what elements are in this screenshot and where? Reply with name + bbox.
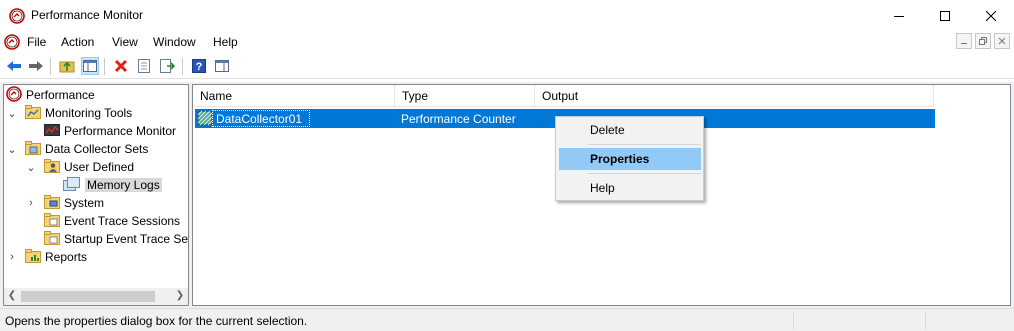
scroll-right-icon[interactable]: ❯ [173, 290, 187, 303]
mdi-system-menu-icon[interactable] [4, 34, 20, 53]
context-menu-separator [588, 173, 701, 174]
tree-horizontal-scrollbar[interactable]: ❮ ❯ [4, 288, 188, 305]
up-folder-icon[interactable] [58, 57, 76, 75]
mdi-close-button[interactable] [994, 33, 1010, 49]
expand-chevron-icon[interactable]: ⌄ [6, 140, 18, 158]
reports-folder-icon [25, 248, 41, 266]
tree-item-performance-monitor[interactable]: Performance Monitor [44, 122, 176, 140]
tree-item-data-collector-sets[interactable]: Data Collector Sets [25, 140, 148, 158]
data-collector-folder-icon [25, 140, 41, 158]
scrollbar-thumb[interactable] [21, 291, 155, 302]
title-bar: Performance Monitor [0, 0, 1014, 31]
show-hide-action-pane-icon[interactable] [213, 57, 231, 75]
delete-icon[interactable] [112, 57, 130, 75]
expand-chevron-icon[interactable]: ⌄ [25, 158, 37, 176]
window-title: Performance Monitor [31, 8, 144, 22]
tree-item-label: Performance [26, 88, 95, 102]
toolbar: ? [0, 54, 1014, 79]
svg-text:?: ? [196, 61, 203, 73]
status-pane-divider [793, 312, 794, 329]
performance-monitor-app-icon[interactable] [9, 8, 25, 27]
menu-bar: File Action View Window Help [0, 31, 1014, 53]
context-menu-help[interactable]: Help [559, 177, 701, 199]
tree-item-event-trace-sessions[interactable]: Event Trace Sessions [44, 212, 180, 230]
maximize-button[interactable] [922, 0, 968, 31]
tree-item-startup-event-trace-sessions[interactable]: Startup Event Trace Ses [44, 230, 189, 248]
column-header-name[interactable]: Name [193, 85, 395, 107]
performance-chart-icon [44, 123, 60, 140]
tree-item-label: Startup Event Trace Ses [64, 232, 189, 246]
status-pane-divider [925, 312, 926, 329]
tree-item-user-defined[interactable]: User Defined [44, 158, 134, 176]
tree-item-monitoring-tools[interactable]: Monitoring Tools [25, 104, 132, 122]
collapse-chevron-icon[interactable]: › [25, 194, 37, 212]
tree-item-memory-logs[interactable]: Memory Logs [63, 176, 162, 194]
expand-chevron-icon[interactable]: ⌄ [6, 104, 18, 122]
toolbar-separator [182, 58, 183, 75]
column-header-type[interactable]: Type [395, 85, 535, 107]
mdi-restore-button[interactable] [975, 33, 991, 49]
context-menu-delete[interactable]: Delete [559, 119, 701, 141]
tree-item-performance[interactable]: Performance [6, 85, 95, 105]
context-menu-properties[interactable]: Properties [559, 148, 701, 170]
mdi-minimize-button[interactable] [956, 33, 972, 49]
forward-arrow-icon[interactable] [27, 57, 45, 75]
tree-item-label: Data Collector Sets [45, 142, 149, 156]
column-header-output[interactable]: Output [535, 85, 934, 107]
tree-item-system[interactable]: System [44, 194, 104, 212]
collapse-chevron-icon[interactable]: › [6, 248, 18, 266]
context-menu: Delete Properties Help [555, 116, 704, 201]
tree-item-label: Event Trace Sessions [64, 214, 181, 228]
minimize-button[interactable] [876, 0, 922, 31]
user-folder-icon [44, 158, 60, 176]
show-hide-tree-icon[interactable] [81, 57, 99, 75]
list-header: Name Type Output [193, 85, 934, 107]
menu-view[interactable]: View [112, 35, 138, 49]
menu-help[interactable]: Help [213, 35, 238, 49]
row-name-cell: DataCollector01 [216, 112, 303, 126]
toolbar-separator [50, 58, 51, 75]
folder-icon [44, 230, 60, 248]
tree-item-label: Performance Monitor [64, 124, 177, 138]
tree-item-label: Reports [45, 250, 88, 264]
context-menu-separator [588, 144, 701, 145]
system-folder-icon [44, 194, 60, 212]
tree-item-label: System [64, 196, 105, 210]
console-tree[interactable]: Performance ⌄ Monitoring Tools Performan… [3, 84, 189, 306]
scroll-left-icon[interactable]: ❮ [5, 290, 19, 303]
status-text: Opens the properties dialog box for the … [5, 314, 308, 328]
tree-item-label: User Defined [64, 160, 135, 174]
close-button[interactable] [968, 0, 1014, 31]
data-collector-icon [197, 110, 213, 128]
folder-icon [44, 212, 60, 230]
menu-file[interactable]: File [27, 35, 46, 49]
properties-icon[interactable] [135, 57, 153, 75]
mdi-window-controls [953, 33, 1010, 49]
status-bar: Opens the properties dialog box for the … [0, 308, 1014, 331]
performance-node-icon [6, 85, 22, 105]
menu-action[interactable]: Action [61, 35, 94, 49]
folder-icon [25, 104, 41, 122]
tree-item-label: Monitoring Tools [45, 106, 133, 120]
back-arrow-icon[interactable] [5, 57, 23, 75]
tree-item-reports[interactable]: Reports [25, 248, 87, 266]
export-list-icon[interactable] [158, 57, 176, 75]
toolbar-separator [104, 58, 105, 75]
row-type-cell: Performance Counter [401, 112, 516, 126]
menu-window[interactable]: Window [153, 35, 196, 49]
data-collector-set-icon [63, 176, 81, 194]
main-area: Performance ⌄ Monitoring Tools Performan… [0, 82, 1014, 308]
help-icon[interactable]: ? [190, 57, 208, 75]
tree-item-label: Memory Logs [85, 178, 162, 192]
